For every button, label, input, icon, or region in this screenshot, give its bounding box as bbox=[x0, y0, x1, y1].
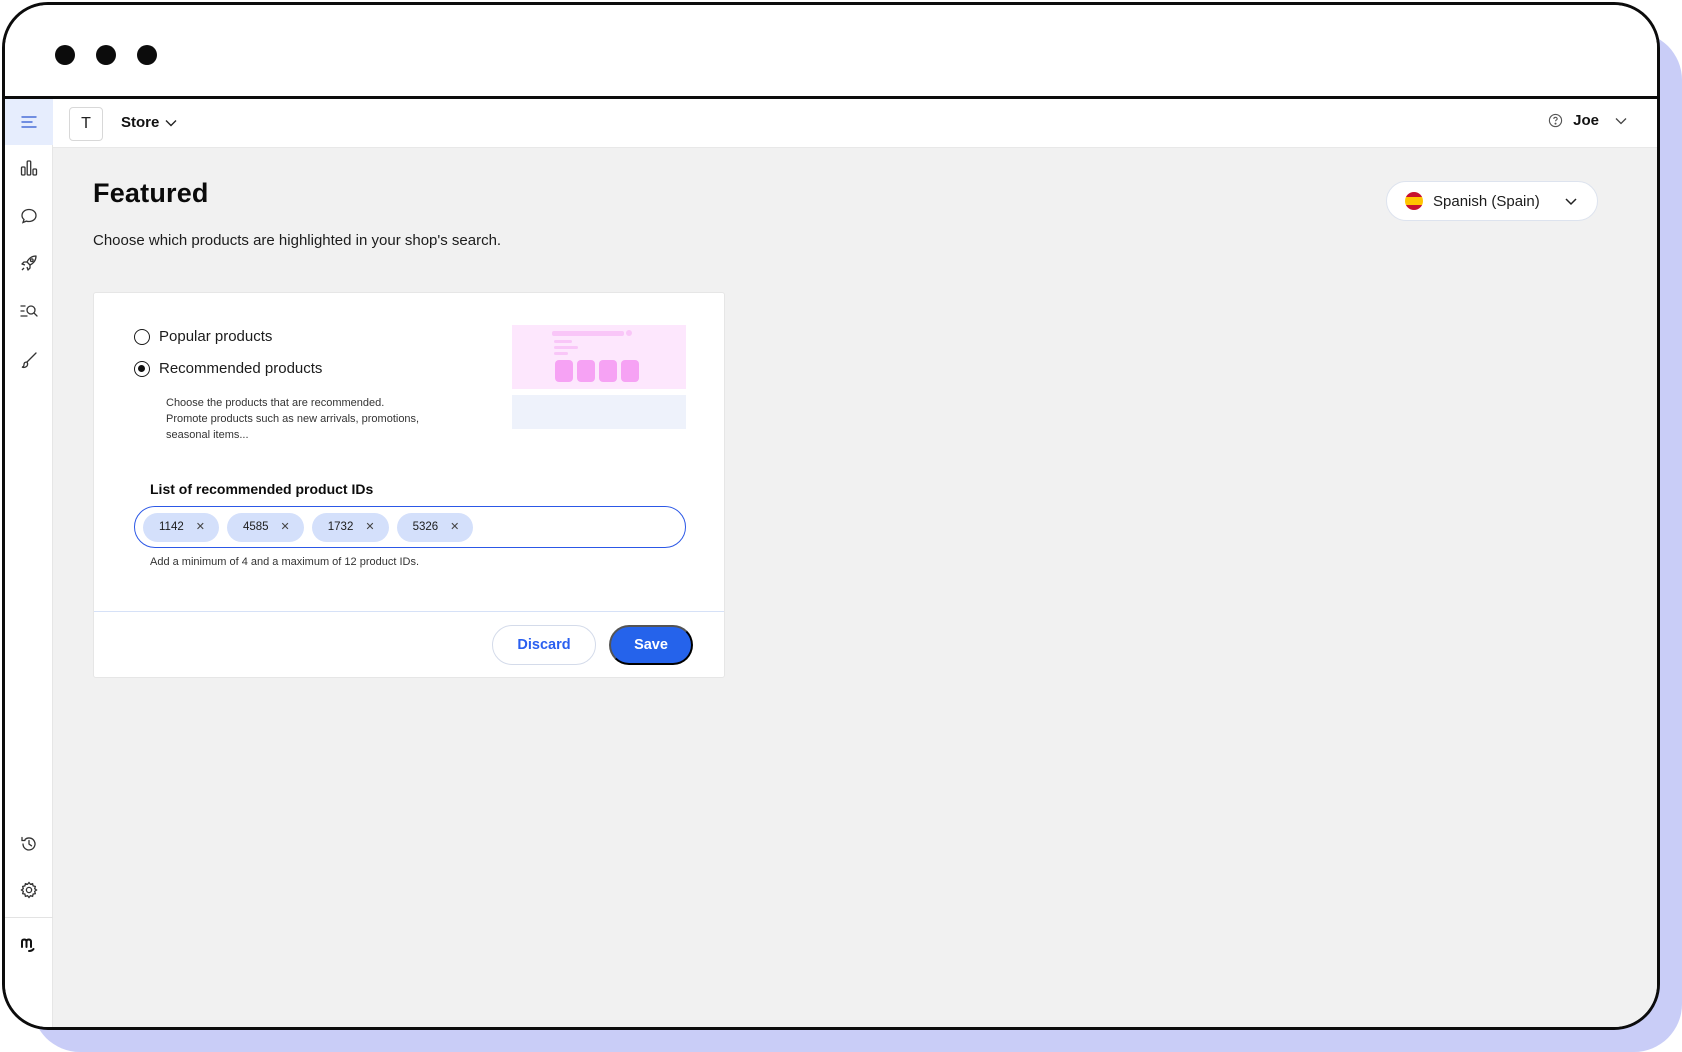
preview-close-dot bbox=[626, 330, 632, 336]
chip-label: 1732 bbox=[327, 521, 354, 533]
chip-label: 4585 bbox=[242, 521, 269, 533]
discard-button[interactable]: Discard bbox=[492, 625, 596, 665]
app-window: T Store Joe Featured Choose which produc… bbox=[2, 2, 1660, 1030]
help-icon[interactable] bbox=[1548, 113, 1563, 128]
remove-chip-icon[interactable]: ✕ bbox=[365, 521, 374, 533]
recommended-description: Choose the products that are recommended… bbox=[166, 397, 420, 441]
preview-product-tile bbox=[599, 360, 617, 382]
sidebar-item-search[interactable] bbox=[5, 288, 53, 334]
window-close-dot[interactable] bbox=[55, 45, 75, 65]
menu-icon bbox=[21, 116, 37, 128]
sidebar-divider bbox=[5, 917, 53, 918]
sidebar-item-boost[interactable] bbox=[5, 240, 53, 286]
chevron-down-icon bbox=[165, 119, 177, 126]
card-footer-divider bbox=[94, 611, 724, 612]
preview-product-tile bbox=[577, 360, 595, 382]
language-label: Spanish (Spain) bbox=[1433, 192, 1540, 210]
user-menu[interactable]: Joe bbox=[1548, 112, 1627, 129]
chip-label: 1142 bbox=[159, 521, 184, 533]
brush-icon bbox=[21, 352, 37, 369]
preview-line bbox=[554, 352, 568, 355]
radio-recommended-products[interactable]: Recommended products bbox=[134, 360, 322, 377]
sidebar-item-analytics[interactable] bbox=[5, 145, 53, 191]
product-id-chip: 1732 ✕ bbox=[311, 512, 389, 542]
product-id-chip: 1142 ✕ bbox=[143, 512, 219, 542]
chat-bubble-icon bbox=[21, 208, 37, 224]
language-selector[interactable]: Spanish (Spain) bbox=[1386, 181, 1598, 221]
window-titlebar bbox=[5, 5, 1657, 99]
preview-product-tile bbox=[555, 360, 573, 382]
store-label: Store bbox=[121, 114, 160, 131]
preview-results-panel bbox=[512, 395, 686, 429]
store-avatar[interactable]: T bbox=[69, 107, 103, 141]
spain-flag-icon bbox=[1405, 192, 1423, 210]
chevron-down-icon bbox=[1565, 198, 1577, 206]
product-id-chip: 5326 ✕ bbox=[396, 512, 474, 542]
sidebar-brand[interactable] bbox=[5, 921, 53, 967]
sidebar-menu-button[interactable] bbox=[5, 99, 53, 145]
remove-chip-icon[interactable]: ✕ bbox=[196, 521, 205, 533]
sidebar-item-design[interactable] bbox=[5, 337, 53, 383]
radio-label: Popular products bbox=[159, 328, 273, 345]
bar-chart-icon bbox=[20, 160, 38, 176]
gear-icon bbox=[20, 881, 38, 899]
chip-label: 5326 bbox=[412, 521, 439, 533]
radio-button-selected[interactable] bbox=[134, 360, 150, 377]
remove-chip-icon[interactable]: ✕ bbox=[450, 521, 459, 533]
radio-popular-products[interactable]: Popular products bbox=[134, 328, 272, 345]
main-content: Featured Choose which products are highl… bbox=[53, 148, 1657, 1027]
featured-settings-card: Popular products Recommended products Ch… bbox=[93, 292, 725, 678]
radio-button[interactable] bbox=[134, 328, 150, 345]
sidebar-item-history[interactable] bbox=[5, 821, 53, 867]
page-subtitle: Choose which products are highlighted in… bbox=[93, 232, 502, 249]
topbar: T Store Joe bbox=[53, 99, 1657, 148]
sidebar-item-conversations[interactable] bbox=[5, 193, 53, 239]
store-selector[interactable]: Store bbox=[121, 114, 177, 131]
sidebar bbox=[5, 99, 53, 1027]
preview-line bbox=[554, 340, 572, 343]
search-list-icon bbox=[20, 305, 38, 317]
product-ids-label: List of recommended product IDs bbox=[150, 481, 374, 497]
radio-label: Recommended products bbox=[159, 360, 323, 377]
sidebar-item-settings[interactable] bbox=[5, 867, 53, 913]
history-icon bbox=[21, 836, 36, 851]
save-button[interactable]: Save bbox=[609, 625, 693, 665]
preview-product-tile bbox=[621, 360, 639, 382]
preview-search-bar bbox=[552, 331, 624, 336]
window-minimize-dot[interactable] bbox=[96, 45, 116, 65]
user-name: Joe bbox=[1573, 112, 1599, 129]
remove-chip-icon[interactable]: ✕ bbox=[281, 521, 290, 533]
preview-line bbox=[554, 346, 578, 349]
rocket-icon bbox=[21, 255, 37, 271]
brand-logo-icon bbox=[21, 938, 35, 952]
chevron-down-icon bbox=[1615, 117, 1627, 124]
page-title: Featured bbox=[93, 178, 209, 208]
product-ids-input[interactable]: 1142 ✕ 4585 ✕ 1732 ✕ 5326 ✕ bbox=[134, 506, 686, 548]
window-maximize-dot[interactable] bbox=[137, 45, 157, 65]
layout-preview-image bbox=[512, 325, 686, 429]
product-ids-help: Add a minimum of 4 and a maximum of 12 p… bbox=[150, 556, 420, 568]
product-id-chip: 4585 ✕ bbox=[226, 512, 304, 542]
